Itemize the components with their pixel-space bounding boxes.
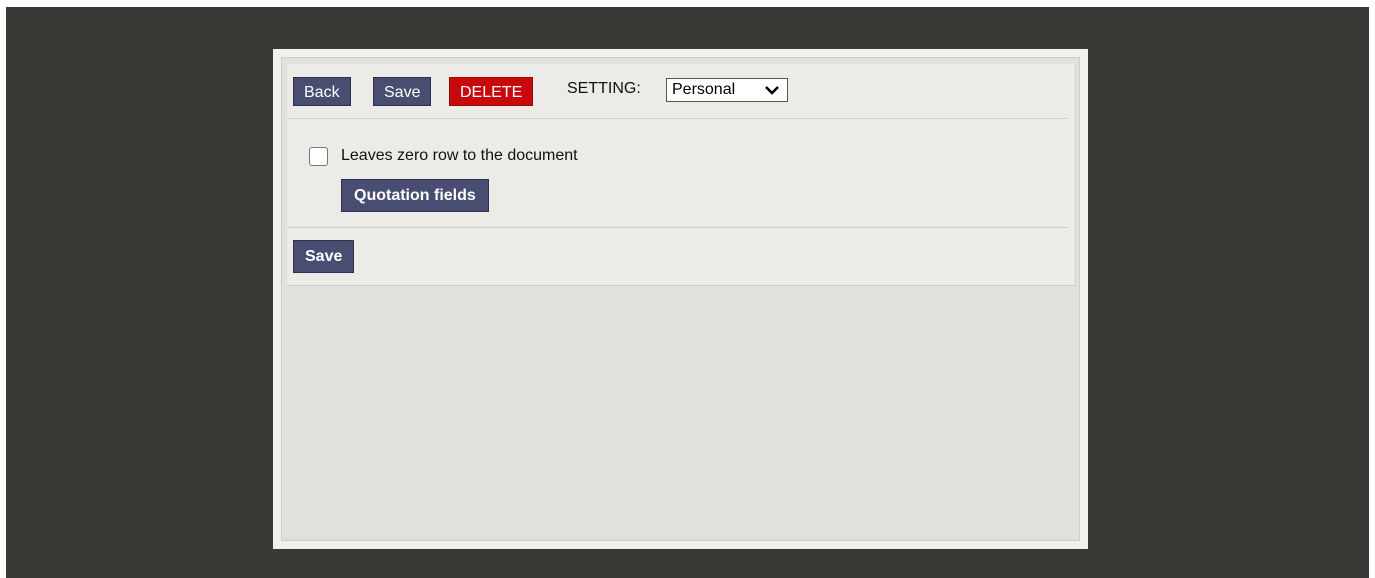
zero-row-checkbox[interactable] <box>309 147 328 166</box>
save-button[interactable]: Save <box>373 77 432 106</box>
settings-panel: Back Save DELETE SETTING: Personal Leave… <box>287 64 1076 286</box>
back-button[interactable]: Back <box>293 77 351 106</box>
setting-label: SETTING: <box>567 80 641 97</box>
settings-dialog: Back Save DELETE SETTING: Personal Leave… <box>273 49 1088 549</box>
footer-divider <box>287 227 1068 228</box>
quotation-fields-button[interactable]: Quotation fields <box>341 179 489 212</box>
chevron-down-icon <box>765 86 779 95</box>
dialog-body: Back Save DELETE SETTING: Personal Leave… <box>281 57 1080 541</box>
delete-button[interactable]: DELETE <box>449 77 534 106</box>
toolbar-divider <box>287 118 1068 119</box>
setting-select-value: Personal <box>672 81 736 98</box>
setting-select[interactable]: Personal <box>666 78 788 102</box>
zero-row-label: Leaves zero row to the document <box>341 147 578 164</box>
footer-save-button[interactable]: Save <box>293 240 355 273</box>
